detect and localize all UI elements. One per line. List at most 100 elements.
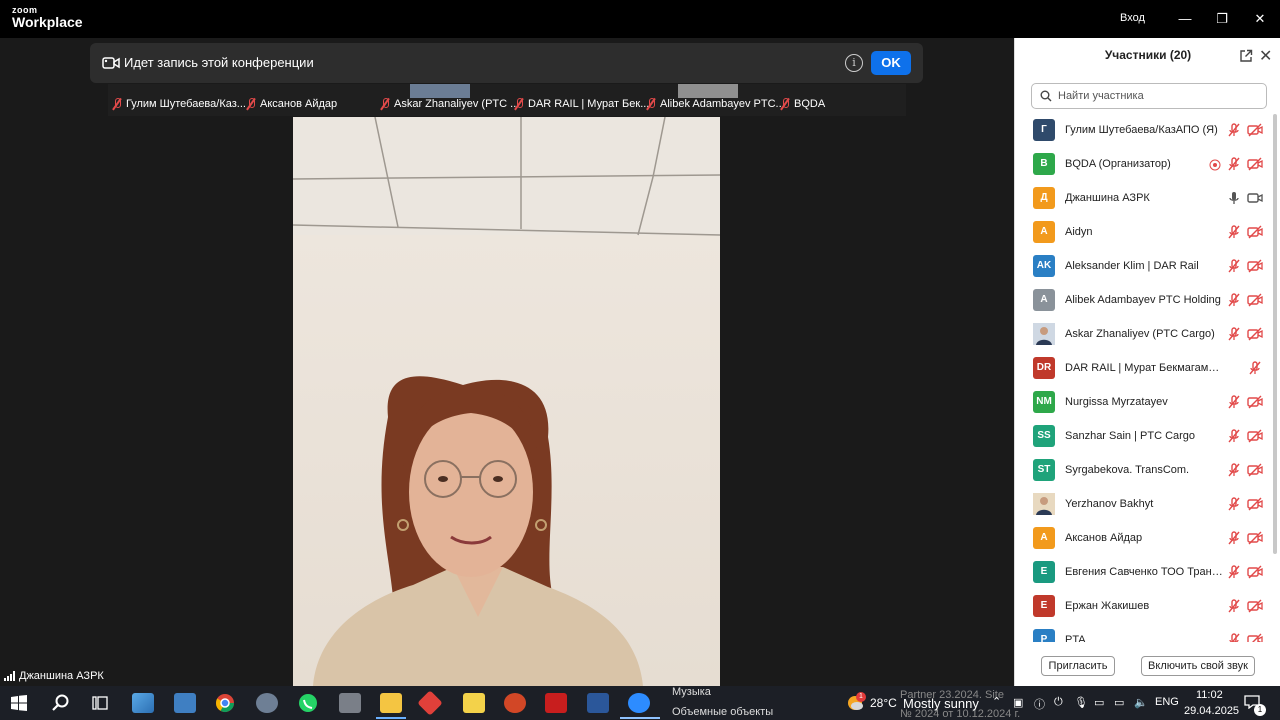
avatar: A [1033, 527, 1055, 549]
tray-power-icon[interactable]: ⏻ [1054, 696, 1063, 709]
participant-row[interactable]: A Alibek Adambayev PTC Holding [1015, 286, 1271, 320]
mic-off-icon[interactable] [1226, 224, 1242, 240]
chevron-up-icon[interactable]: ⌃ [992, 695, 1001, 708]
video-off-icon[interactable] [1247, 258, 1263, 274]
tray-app-icon[interactable]: ▣ [1013, 696, 1023, 709]
participant-row[interactable]: Askar Zhanaliyev (PTC Cargo) [1015, 320, 1271, 354]
mic-off-icon[interactable] [1226, 394, 1242, 410]
video-off-icon[interactable] [1247, 632, 1263, 642]
tray-battery-icon[interactable]: ▭ [1094, 696, 1104, 709]
mic-off-icon[interactable] [1226, 326, 1242, 342]
mic-off-icon[interactable] [1226, 156, 1242, 172]
participant-row[interactable]: A Aidyn [1015, 218, 1271, 252]
scrollbar[interactable] [1272, 114, 1278, 642]
participant-row[interactable]: A Аксанов Айдар [1015, 524, 1271, 558]
mic-off-icon[interactable] [1226, 632, 1242, 642]
participant-row[interactable]: E Евгения Савченко ТОО Транско... [1015, 558, 1271, 592]
network-app-icon[interactable] [256, 693, 278, 713]
mic-icon[interactable] [1226, 190, 1242, 206]
participant-row[interactable]: Д Джаншина АЗРК [1015, 184, 1271, 218]
participant-search[interactable] [1031, 83, 1267, 109]
word-icon[interactable] [587, 693, 609, 713]
invite-button[interactable]: Пригласить [1041, 656, 1115, 676]
participant-row[interactable]: NM Nurgissa Myrzatayev [1015, 388, 1271, 422]
video-off-icon[interactable] [1247, 428, 1263, 444]
video-off-icon[interactable] [1247, 292, 1263, 308]
close-panel-icon[interactable]: ✕ [1259, 46, 1272, 66]
participant-row[interactable]: DR DAR RAIL | Мурат Бекмагамбетов [1015, 354, 1271, 388]
close-icon[interactable]: ✕ [1247, 8, 1273, 30]
participant-row[interactable]: AK Aleksander Klim | DAR Rail [1015, 252, 1271, 286]
pen-app-icon[interactable] [132, 693, 154, 713]
anydesk-icon[interactable] [417, 690, 443, 716]
participant-row[interactable]: SS Sanzhar Sain | PTC Cargo [1015, 422, 1271, 456]
video-off-icon[interactable] [1247, 224, 1263, 240]
participants-panel: Участники (20) ✕ ГГулим Шутебаева/КазАПО… [1014, 38, 1280, 686]
tray-info-icon[interactable]: ⓘ [1034, 696, 1045, 712]
video-off-icon[interactable] [1247, 462, 1263, 478]
language-indicator[interactable]: ENG [1155, 696, 1179, 708]
maximize-icon[interactable]: ❐ [1209, 8, 1235, 30]
participant-row[interactable]: E Ержан Жакишев [1015, 592, 1271, 626]
video-off-icon[interactable] [1247, 156, 1263, 172]
video-off-icon[interactable] [1247, 598, 1263, 614]
participant-row[interactable]: Г Гулим Шутебаева/КазАПО (Я) [1015, 116, 1271, 150]
task-view-icon[interactable] [92, 695, 108, 711]
windows-start-icon[interactable] [11, 695, 27, 711]
tray-mic-icon[interactable]: 🎙 [1074, 696, 1088, 709]
thumbnail-item[interactable]: Гулим Шутебаева/Каз... [112, 98, 246, 110]
thumbnail-item[interactable]: Alibek Adambayev PTC... [646, 98, 785, 110]
video-icon[interactable] [1247, 190, 1263, 206]
tray-monitor-icon[interactable]: ▭ [1114, 696, 1124, 709]
thumbnail-item[interactable]: BQDA [780, 98, 825, 110]
thumbnail-item[interactable]: Аксанов Айдар [246, 98, 337, 110]
thumbnail-item[interactable]: DAR RAIL | Мурат Бек... [514, 98, 649, 110]
thumbnail-item[interactable]: Askar Zhanaliyev (PTC ... [380, 98, 519, 110]
chrome-icon[interactable] [215, 693, 235, 713]
file-explorer-icon[interactable] [380, 693, 402, 713]
video-off-icon[interactable] [1247, 564, 1263, 580]
weather-temp[interactable]: 28°C [870, 696, 897, 710]
ok-button[interactable]: OK [871, 51, 911, 75]
mic-off-icon[interactable] [1226, 292, 1242, 308]
zoom-taskbar-icon[interactable] [628, 693, 650, 713]
weather-desc[interactable]: Mostly sunny [903, 696, 979, 711]
whatsapp-icon[interactable] [298, 693, 318, 713]
participant-row[interactable]: B BQDA (Организатор) [1015, 150, 1271, 184]
info-icon[interactable]: i [845, 54, 863, 72]
mic-off-icon[interactable] [1226, 598, 1242, 614]
clock-time[interactable]: 11:02 [1196, 689, 1223, 701]
video-off-icon[interactable] [1247, 122, 1263, 138]
calculator-icon[interactable] [174, 693, 196, 713]
mic-off-icon[interactable] [1226, 462, 1242, 478]
search-icon[interactable] [52, 694, 70, 712]
search-input[interactable] [1058, 88, 1258, 104]
video-off-icon[interactable] [1247, 326, 1263, 342]
mic-off-icon[interactable] [1226, 258, 1242, 274]
participant-row[interactable]: Yerzhanov Bakhyt [1015, 490, 1271, 524]
video-off-icon[interactable] [1247, 394, 1263, 410]
mic-off-icon[interactable] [1226, 122, 1242, 138]
mic-off-icon[interactable] [1226, 530, 1242, 546]
popout-icon[interactable] [1239, 49, 1253, 63]
mic-off-icon[interactable] [1226, 496, 1242, 512]
mic-off-icon[interactable] [1247, 360, 1263, 376]
participant-row[interactable]: ST Syrgabekova. TransCom. [1015, 456, 1271, 490]
mic-off-icon[interactable] [1226, 428, 1242, 444]
paint-app-icon[interactable] [463, 693, 485, 713]
mic-off-icon[interactable] [1226, 564, 1242, 580]
participant-row[interactable]: P PTA [1015, 626, 1271, 642]
printer-icon[interactable] [339, 693, 361, 713]
powerpoint-icon[interactable] [504, 693, 526, 713]
minimize-icon[interactable]: — [1172, 8, 1198, 30]
volume-icon[interactable]: 🔈 [1134, 696, 1148, 709]
video-off-icon[interactable] [1247, 530, 1263, 546]
clock-date[interactable]: 29.04.2025 [1184, 705, 1239, 717]
scrollbar-thumb[interactable] [1273, 114, 1277, 554]
video-off-icon[interactable] [1247, 496, 1263, 512]
acrobat-icon[interactable] [545, 693, 567, 713]
unmute-self-button[interactable]: Включить свой звук [1141, 656, 1255, 676]
signin-button[interactable]: Вход [1120, 12, 1145, 24]
avatar: DR [1033, 357, 1055, 379]
behind-text: Объемные объекты [672, 706, 774, 718]
